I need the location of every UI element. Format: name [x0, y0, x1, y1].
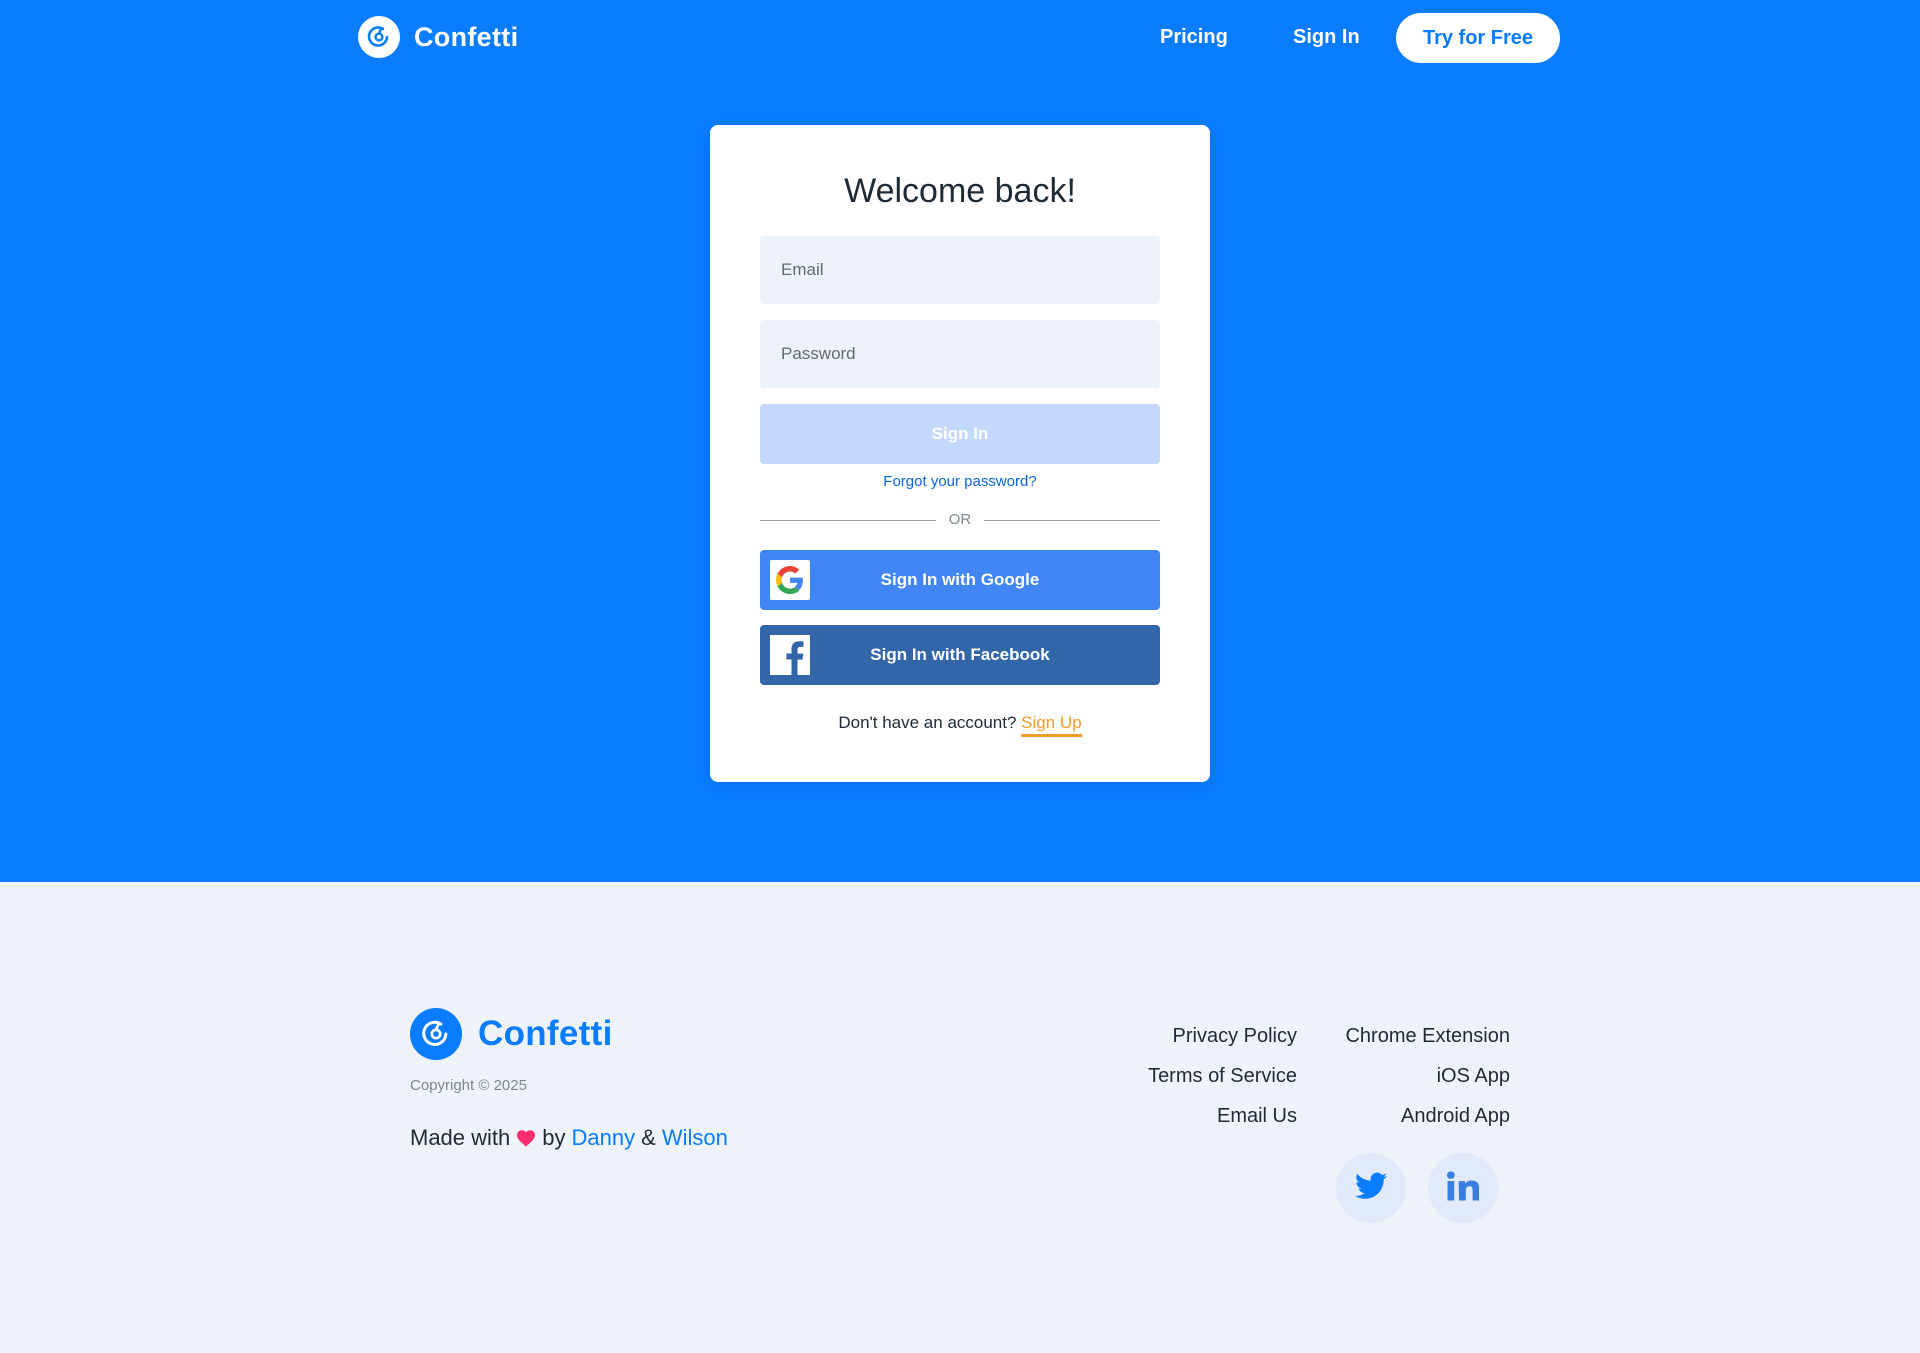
confetti-logo-icon	[358, 16, 400, 58]
nav-pricing-link[interactable]: Pricing	[1160, 26, 1228, 49]
footer: Confetti Copyright © 2025 Made with by D…	[0, 882, 1920, 1353]
password-input[interactable]	[760, 320, 1160, 388]
twitter-icon	[1355, 1172, 1387, 1205]
heart-icon	[516, 1129, 536, 1147]
privacy-policy-link[interactable]: Privacy Policy	[1148, 1016, 1297, 1056]
chrome-extension-link[interactable]: Chrome Extension	[1345, 1016, 1510, 1056]
sign-up-prompt: Don't have an account? Sign Up	[710, 713, 1210, 737]
brand-home-link[interactable]: Confetti	[358, 16, 518, 58]
made-with-line: Made with by Danny & Wilson	[410, 1125, 728, 1151]
linkedin-link[interactable]	[1428, 1153, 1498, 1223]
footer-brand-name: Confetti	[478, 1014, 613, 1053]
ios-app-link[interactable]: iOS App	[1345, 1056, 1510, 1096]
hero-section: Confetti Pricing Sign In Try for Free We…	[0, 0, 1920, 882]
confetti-logo-icon	[410, 1008, 462, 1060]
facebook-sign-in-button[interactable]: Sign In with Facebook	[760, 625, 1160, 685]
email-us-link[interactable]: Email Us	[1148, 1096, 1297, 1136]
try-for-free-button[interactable]: Try for Free	[1396, 13, 1560, 63]
google-button-label: Sign In with Google	[880, 570, 1040, 589]
forgot-password-link[interactable]: Forgot your password?	[710, 473, 1210, 490]
ampersand-text: &	[641, 1125, 656, 1150]
nav-sign-in-link[interactable]: Sign In	[1293, 26, 1360, 49]
login-card: Welcome back! Sign In Forgot your passwo…	[710, 125, 1210, 782]
google-icon	[770, 560, 810, 600]
top-nav: Confetti Pricing Sign In Try for Free	[0, 0, 1920, 76]
brand-name: Confetti	[414, 21, 519, 52]
divider-line-right	[984, 520, 1160, 521]
or-divider: OR	[760, 510, 1160, 530]
sign-in-button[interactable]: Sign In	[760, 404, 1160, 464]
no-account-text: Don't have an account?	[838, 713, 1017, 732]
author-wilson-link[interactable]: Wilson	[662, 1125, 728, 1151]
facebook-button-label: Sign In with Facebook	[870, 645, 1050, 664]
google-sign-in-button[interactable]: Sign In with Google	[760, 550, 1160, 610]
facebook-icon	[770, 635, 810, 675]
terms-of-service-link[interactable]: Terms of Service	[1148, 1056, 1297, 1096]
copyright-text: Copyright © 2025	[410, 1077, 527, 1094]
footer-links-apps: Chrome Extension iOS App Android App	[1345, 1016, 1510, 1136]
author-danny-link[interactable]: Danny	[572, 1125, 636, 1151]
linkedin-icon	[1447, 1170, 1480, 1206]
footer-links-legal: Privacy Policy Terms of Service Email Us	[1148, 1016, 1297, 1136]
made-with-text: Made with	[410, 1125, 511, 1150]
page-title: Welcome back!	[844, 172, 1076, 210]
footer-brand-link[interactable]: Confetti	[410, 1008, 613, 1060]
twitter-link[interactable]	[1336, 1153, 1406, 1223]
email-input[interactable]	[760, 236, 1160, 304]
sign-up-link[interactable]: Sign Up	[1021, 713, 1082, 737]
by-text: by	[542, 1125, 566, 1150]
android-app-link[interactable]: Android App	[1345, 1096, 1510, 1136]
